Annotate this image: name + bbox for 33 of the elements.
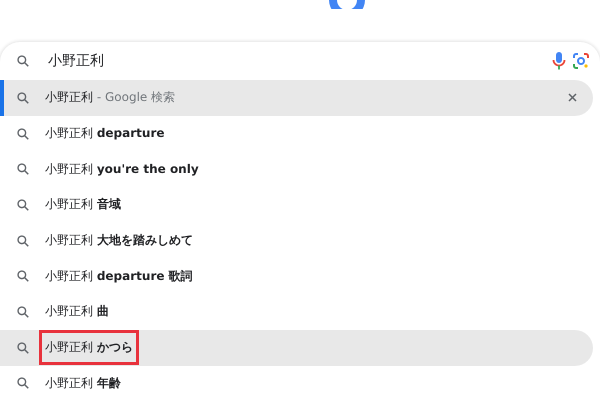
search-icon (16, 376, 30, 390)
search-icon (16, 162, 30, 176)
search-icon (16, 54, 30, 68)
search-icon (16, 126, 30, 141)
suggestion-item[interactable]: 小野正利 departure (0, 116, 593, 152)
suggestion-item[interactable]: 小野正利 年齢 (0, 366, 593, 400)
suggestion-item[interactable]: 小野正利 音域 (0, 187, 593, 223)
suggestion-text: 小野正利 departure 歌詞 (44, 268, 194, 285)
suggestion-text: 小野正利 you're the only (44, 160, 200, 178)
suggestion-text: 小野正利 大地を踏みしめて (44, 232, 194, 250)
search-icon (16, 269, 30, 284)
search-icon (16, 304, 30, 319)
camera-icon[interactable] (572, 52, 590, 70)
suggestion-text: 小野正利 年齢 (44, 374, 122, 392)
logo-icon (327, 0, 367, 9)
search-field[interactable]: 小野正利 (48, 53, 546, 69)
close-icon[interactable] (568, 93, 577, 102)
suggestion-item[interactable]: 小野正利 you're the only (0, 151, 593, 188)
suggestion-item[interactable]: 小野正利 曲 (0, 294, 593, 330)
suggestion-item[interactable]: 小野正利 かつら (0, 330, 593, 366)
suggestion-text: 小野正利 かつら (39, 330, 139, 366)
suggestion-item[interactable]: 小野正利 departure 歌詞 (0, 258, 593, 294)
search-icon (16, 198, 30, 212)
suggestion-text: 小野正利 音域 (44, 196, 122, 214)
suggestion-item[interactable]: 小野正利 大地を踏みしめて (0, 222, 593, 258)
microphone-icon[interactable] (552, 51, 566, 71)
suggestion-text: 小野正利 departure (44, 125, 166, 142)
search-icon (16, 340, 30, 355)
suggestion-item[interactable]: 小野正利 - Google 検索 (0, 80, 593, 116)
search-icon (16, 234, 30, 248)
suggestion-text: 小野正利 曲 (44, 303, 110, 320)
search-icon (16, 90, 30, 105)
suggestion-text: 小野正利 - Google 検索 (44, 89, 176, 106)
